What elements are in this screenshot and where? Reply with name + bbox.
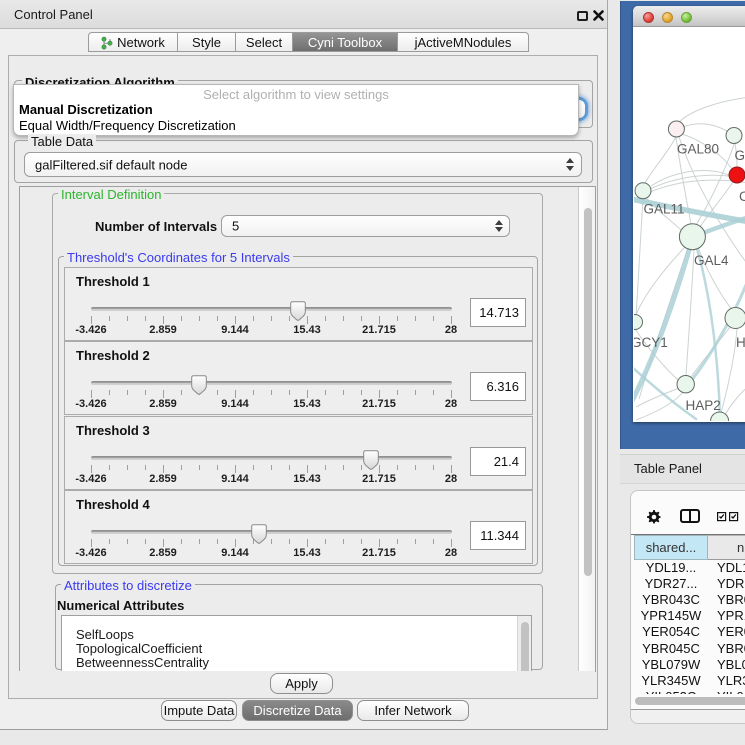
svg-text:GAL11: GAL11 bbox=[644, 202, 685, 217]
svg-text:C: C bbox=[739, 189, 745, 204]
svg-text:H: H bbox=[736, 335, 745, 350]
svg-text:GAL80: GAL80 bbox=[677, 142, 719, 157]
svg-text:GAL4: GAL4 bbox=[694, 253, 729, 268]
svg-text:G.: G. bbox=[735, 148, 745, 163]
svg-text:GCY1: GCY1 bbox=[634, 335, 668, 350]
svg-text:HAP2: HAP2 bbox=[686, 398, 721, 413]
